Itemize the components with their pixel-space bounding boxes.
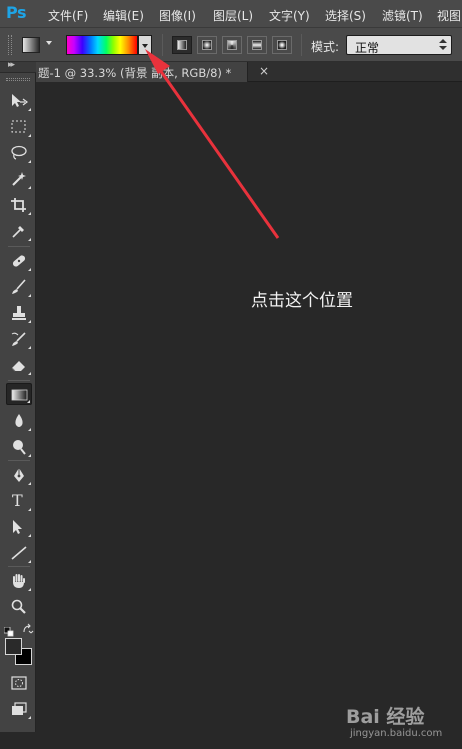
annotation-text: 点击这个位置: [251, 291, 353, 311]
annotation-arrow: [145, 49, 280, 239]
foreground-color-swatch[interactable]: [5, 638, 22, 655]
watermark-url: jingyan.baidu.com: [350, 728, 443, 739]
baidu-watermark: Bai 经验 jingyan.baidu.com: [340, 700, 460, 746]
watermark-logo-text: Bai 经验: [346, 706, 425, 728]
